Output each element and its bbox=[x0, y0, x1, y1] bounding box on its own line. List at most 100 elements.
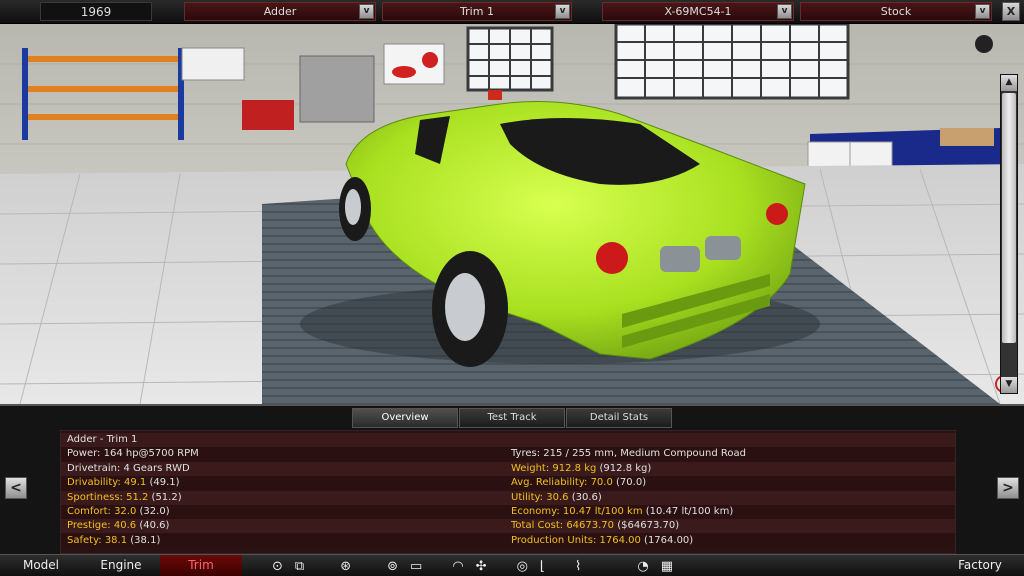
tab-overview[interactable]: Overview bbox=[352, 408, 458, 428]
stat-label: Utility: bbox=[511, 491, 544, 503]
gearbox-icon[interactable]: ⊙ bbox=[272, 559, 283, 574]
window-left bbox=[466, 26, 554, 92]
tab-test-track[interactable]: Test Track bbox=[459, 408, 565, 428]
chevron-down-icon[interactable]: v bbox=[975, 4, 990, 19]
trim-label: Trim 1 bbox=[460, 5, 494, 18]
stat-label: Tyres: 215 / 255 mm, Medium Compound Roa… bbox=[511, 448, 746, 460]
close-button[interactable]: X bbox=[1002, 2, 1020, 21]
previous-button[interactable]: < bbox=[5, 477, 27, 499]
wheel-icon[interactable]: ⊚ bbox=[387, 559, 398, 574]
stat-value: 70.0 bbox=[587, 477, 613, 489]
seat-icon[interactable]: ⌊ bbox=[540, 559, 545, 574]
garage-viewport[interactable]: ▲ ▼ bbox=[0, 24, 1024, 404]
stat-original-value: (10.47 lt/100 km) bbox=[642, 506, 734, 517]
red-toolbox bbox=[242, 100, 294, 130]
stat-label: Prestige: bbox=[67, 520, 111, 532]
nav-model[interactable]: Model bbox=[0, 555, 82, 576]
trim-dropdown[interactable]: Trim 1 v bbox=[382, 2, 572, 21]
chevron-down-icon[interactable]: v bbox=[555, 4, 570, 19]
steering-wheel-icon[interactable]: ◎ bbox=[517, 559, 528, 574]
model-label: Adder bbox=[263, 5, 297, 18]
stat-right-row: Total Cost: 64673.70 ($64673.70) bbox=[511, 519, 679, 533]
stats-row-stripe bbox=[61, 433, 955, 447]
stat-left-row: Adder - Trim 1 bbox=[67, 433, 137, 447]
scroll-thumb[interactable] bbox=[1002, 93, 1016, 343]
stat-label: Weight: bbox=[511, 462, 550, 474]
stat-original-value: (912.8 kg) bbox=[596, 462, 652, 474]
stat-right-row: Utility: 30.6 (30.6) bbox=[511, 491, 602, 505]
model-dropdown[interactable]: Adder v bbox=[184, 2, 376, 21]
stat-value: 38.1 bbox=[101, 534, 128, 546]
scroll-up-button[interactable]: ▲ bbox=[1001, 75, 1017, 91]
stat-label: Economy: bbox=[511, 506, 560, 517]
shifter-icon[interactable]: ⧉ bbox=[295, 559, 304, 574]
stat-label: Power: 164 hp@5700 RPM bbox=[67, 448, 199, 460]
stat-original-value: (1764.00) bbox=[640, 534, 694, 546]
stat-value: 30.6 bbox=[543, 491, 569, 503]
stat-value: 1764.00 bbox=[596, 534, 641, 546]
year-field[interactable]: 1969 bbox=[40, 2, 152, 21]
stat-label: Avg. Reliability: bbox=[511, 477, 588, 489]
stat-right-row: Tyres: 215 / 255 mm, Medium Compound Roa… bbox=[511, 447, 746, 461]
stats-row-stripe bbox=[61, 505, 955, 519]
variant-dropdown[interactable]: Stock v bbox=[800, 2, 992, 21]
stat-value: 49.1 bbox=[120, 477, 147, 489]
bottom-nav: Model Engine Trim ⊙ ⧉ ⊛ ⊚ ▭ ◠ ✣ ◎ ⌊ ⌇ ◔ … bbox=[0, 554, 1024, 576]
stat-left-row: Power: 164 hp@5700 RPM bbox=[67, 447, 199, 461]
stat-right-row: Weight: 912.8 kg (912.8 kg) bbox=[511, 462, 651, 476]
stat-left-row: Drivetrain: 4 Gears RWD bbox=[67, 462, 190, 476]
garage-scene bbox=[0, 24, 1024, 404]
nav-trim[interactable]: Trim bbox=[160, 555, 242, 576]
game-window: 1969 Adder v Trim 1 v X-69MC54-1 v Stock… bbox=[0, 0, 1024, 576]
stat-right-row: Economy: 10.47 lt/100 km (10.47 lt/100 k… bbox=[511, 505, 733, 519]
nav-engine[interactable]: Engine bbox=[82, 555, 160, 576]
stat-value: 10.47 lt/100 km bbox=[559, 506, 643, 517]
stat-label: Safety: bbox=[67, 534, 102, 546]
whiteboard bbox=[181, 47, 245, 81]
stats-row-stripe bbox=[61, 476, 955, 491]
stat-value: 40.6 bbox=[110, 520, 137, 532]
stat-right-row: Production Units: 1764.00 (1764.00) bbox=[511, 534, 693, 548]
vertical-scrollbar[interactable]: ▲ ▼ bbox=[1000, 74, 1018, 394]
info-tabs: Overview Test Track Detail Stats bbox=[352, 408, 673, 428]
stat-left-row: Sportiness: 51.2 (51.2) bbox=[67, 491, 182, 505]
body-icon[interactable]: ◠ bbox=[452, 559, 463, 574]
stats-table: Adder - Trim 1 Power: 164 hp@5700 RPM Tyre… bbox=[60, 430, 956, 554]
stats-row-stripe bbox=[61, 461, 955, 476]
tab-detail-stats[interactable]: Detail Stats bbox=[566, 408, 672, 428]
engine-dropdown[interactable]: X-69MC54-1 v bbox=[602, 2, 794, 21]
stat-original-value: (32.0) bbox=[136, 506, 170, 517]
stat-label: Sportiness: bbox=[67, 491, 123, 503]
info-panel: Overview Test Track Detail Stats Adder -… bbox=[0, 404, 1024, 554]
checkered-flag-icon[interactable]: ▦ bbox=[661, 559, 673, 574]
stat-original-value: (40.6) bbox=[136, 520, 170, 532]
top-toolbar: 1969 Adder v Trim 1 v X-69MC54-1 v Stock… bbox=[0, 0, 1024, 24]
stat-original-value: (30.6) bbox=[568, 491, 602, 503]
scroll-down-button[interactable]: ▼ bbox=[1001, 377, 1017, 393]
stat-original-value: ($64673.70) bbox=[614, 520, 680, 532]
stat-value: 32.0 bbox=[110, 506, 137, 517]
spring-icon[interactable]: ⌇ bbox=[575, 559, 581, 574]
stat-original-value: (38.1) bbox=[127, 534, 161, 546]
fan-icon[interactable]: ✣ bbox=[476, 559, 487, 574]
nav-icon-group: ⊙ ⧉ ⊛ ⊚ ▭ ◠ ✣ ◎ ⌊ ⌇ ◔ ▦ bbox=[266, 555, 679, 576]
garage-door bbox=[299, 55, 375, 123]
suspension-icon[interactable]: ⊛ bbox=[340, 559, 351, 574]
stat-label: Drivetrain: 4 Gears RWD bbox=[67, 462, 190, 474]
stat-left-row: Drivability: 49.1 (49.1) bbox=[67, 476, 180, 490]
camera-icon bbox=[975, 35, 993, 53]
chevron-down-icon[interactable]: v bbox=[359, 4, 374, 19]
stat-right-row: Avg. Reliability: 70.0 (70.0) bbox=[511, 476, 646, 490]
stat-value: 912.8 kg bbox=[549, 462, 597, 474]
stat-value: 51.2 bbox=[122, 491, 149, 503]
stat-original-value: (51.2) bbox=[148, 491, 182, 503]
chevron-down-icon[interactable]: v bbox=[777, 4, 792, 19]
gauge-icon[interactable]: ◔ bbox=[637, 559, 648, 574]
next-button[interactable]: > bbox=[997, 477, 1019, 499]
car-side-icon[interactable]: ▭ bbox=[410, 559, 422, 574]
stat-label: Total Cost: bbox=[511, 520, 564, 532]
window-right bbox=[614, 24, 850, 100]
nav-factory[interactable]: Factory bbox=[936, 555, 1024, 576]
stat-original-value: (49.1) bbox=[146, 477, 180, 489]
stat-left-row: Comfort: 32.0 (32.0) bbox=[67, 505, 170, 519]
